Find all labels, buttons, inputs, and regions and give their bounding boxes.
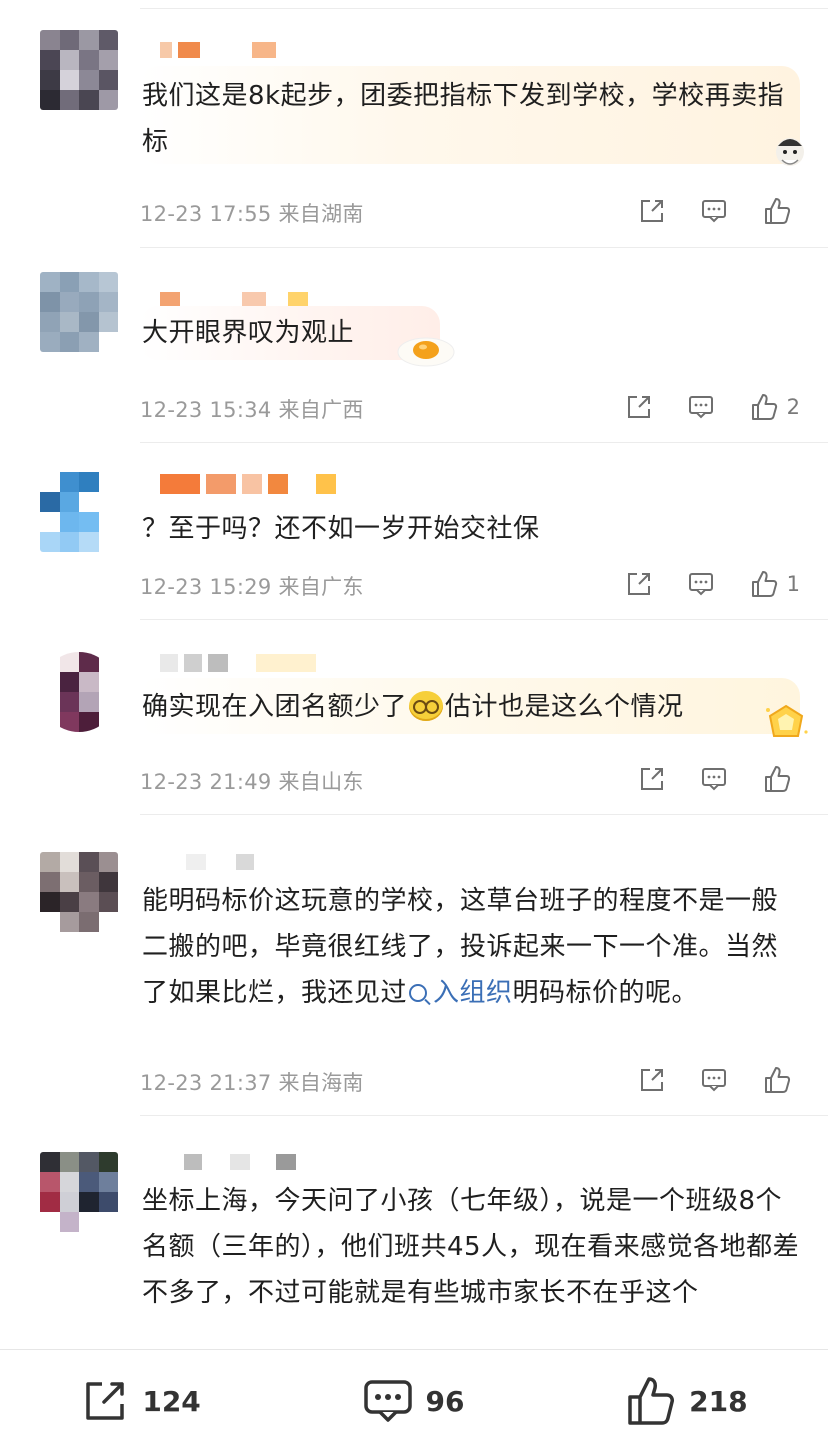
share-icon [86, 1382, 125, 1420]
comment-icon [363, 1380, 412, 1422]
avatar[interactable] [40, 1152, 118, 1232]
share-icon [627, 573, 650, 595]
thumbs-up-icon [751, 394, 777, 420]
like-button[interactable] [762, 1065, 800, 1095]
share-button[interactable] [625, 570, 653, 598]
comment-text: ？至于吗？还不如一岁开始交社保 [142, 514, 540, 544]
comment-divider [140, 619, 828, 620]
topic-link[interactable]: 入组织 [407, 978, 513, 1008]
comment-time: 12-23 21:37 [140, 1071, 272, 1095]
comment-icon [688, 396, 713, 419]
thumbs-up-icon [765, 766, 791, 792]
comment-count: 96 [425, 1384, 465, 1418]
topic-link-text: 入组织 [433, 978, 513, 1008]
comment-time: 12-23 21:49 [140, 770, 272, 794]
comment-text: 确实现在入团名额少了 估计也是这么个情况 [142, 684, 800, 730]
reply-button[interactable] [700, 1066, 728, 1094]
search-icon [409, 984, 428, 1002]
comment-location: 来自广西 [278, 398, 364, 422]
comment-actions [638, 196, 800, 226]
comment-meta: 12-23 15:34 来自广西 [140, 394, 364, 424]
share-button[interactable] [625, 393, 653, 421]
comment-icon [702, 768, 726, 791]
like-button[interactable]: 1 [749, 569, 800, 599]
comment-divider [140, 1115, 828, 1116]
avatar[interactable] [40, 852, 118, 932]
comment-icon [688, 573, 713, 596]
comment-location: 来自湖南 [278, 202, 364, 226]
comment-actions: 2 [625, 392, 800, 422]
reply-button[interactable] [687, 393, 715, 421]
share-icon [641, 768, 663, 790]
comment-time: 12-23 15:34 [140, 398, 272, 422]
like-count: 218 [689, 1384, 748, 1418]
comment-location: 来自海南 [278, 1071, 364, 1095]
like-button[interactable] [762, 196, 800, 226]
like-count: 1 [786, 572, 800, 596]
like-count: 2 [786, 395, 800, 419]
username-blurred[interactable] [160, 42, 276, 58]
username-blurred[interactable] [160, 654, 316, 672]
avatar[interactable] [40, 472, 118, 552]
thumbs-up-icon [628, 1377, 675, 1425]
comment-text: 我们这是8k起步，团委把指标下发到学校，学校再卖指标 [142, 81, 785, 157]
like-button[interactable]: 218 [625, 1375, 748, 1427]
share-icon [641, 1069, 663, 1091]
comment-time: 12-23 15:29 [140, 575, 272, 599]
thumbs-up-icon [765, 1067, 791, 1093]
comment-text: 大开眼界叹为观止 [142, 318, 355, 348]
share-button[interactable] [638, 1066, 666, 1094]
comment-actions: 1 [625, 569, 800, 599]
reply-button[interactable] [700, 765, 728, 793]
like-button[interactable] [762, 764, 800, 794]
comment-meta: 12-23 15:29 来自广东 [140, 571, 364, 601]
reply-button[interactable] [700, 197, 728, 225]
repost-count: 124 [142, 1384, 201, 1418]
comment-meta: 12-23 21:49 来自山东 [140, 766, 364, 796]
username-blurred[interactable] [160, 1154, 296, 1170]
comment-location: 来自广东 [278, 575, 364, 599]
comment-actions [638, 1065, 800, 1095]
reply-button[interactable] [687, 570, 715, 598]
share-button[interactable] [638, 765, 666, 793]
comment-icon [702, 1069, 726, 1092]
thumbs-up-icon [765, 198, 791, 224]
comment-button[interactable]: 96 [362, 1376, 465, 1426]
share-icon [641, 200, 663, 222]
like-button[interactable]: 2 [749, 392, 800, 422]
comment-divider [140, 247, 828, 248]
share-icon [627, 396, 650, 418]
comment-icon [702, 200, 726, 223]
avatar[interactable] [40, 272, 118, 352]
comment-text-part: 估计也是这么个情况 [445, 692, 684, 722]
username-blurred[interactable] [160, 854, 254, 870]
glasses-face-emoji-icon [409, 691, 444, 721]
username-blurred[interactable] [160, 474, 336, 494]
share-button[interactable] [638, 197, 666, 225]
top-divider [140, 8, 828, 9]
bottom-action-bar: 124 96 218 [0, 1349, 828, 1452]
comment-actions [638, 764, 800, 794]
comment-location: 来自山东 [278, 770, 364, 794]
comment-text-part: 明码标价的呢。 [512, 978, 699, 1008]
comment-meta: 12-23 21:37 来自海南 [140, 1067, 364, 1097]
avatar[interactable] [40, 30, 118, 110]
repost-button[interactable]: 124 [80, 1376, 201, 1426]
comment-text-part: 确实现在入团名额少了 [142, 692, 408, 722]
comment-meta: 12-23 17:55 来自湖南 [140, 198, 364, 228]
thumbs-up-icon [751, 571, 777, 597]
comment-time: 12-23 17:55 [140, 202, 272, 226]
comment-divider [140, 814, 828, 815]
comment-text: 坐标上海，今天问了小孩（七年级），说是一个班级8个名额（三年的），他们班共45人… [142, 1186, 800, 1308]
comment-text: 能明码标价这玩意的学校，这草台班子的程度不是一般二搬的吧，毕竟很红线了，投诉起来… [142, 878, 800, 1016]
avatar[interactable] [40, 652, 118, 732]
comment-divider [140, 442, 828, 443]
